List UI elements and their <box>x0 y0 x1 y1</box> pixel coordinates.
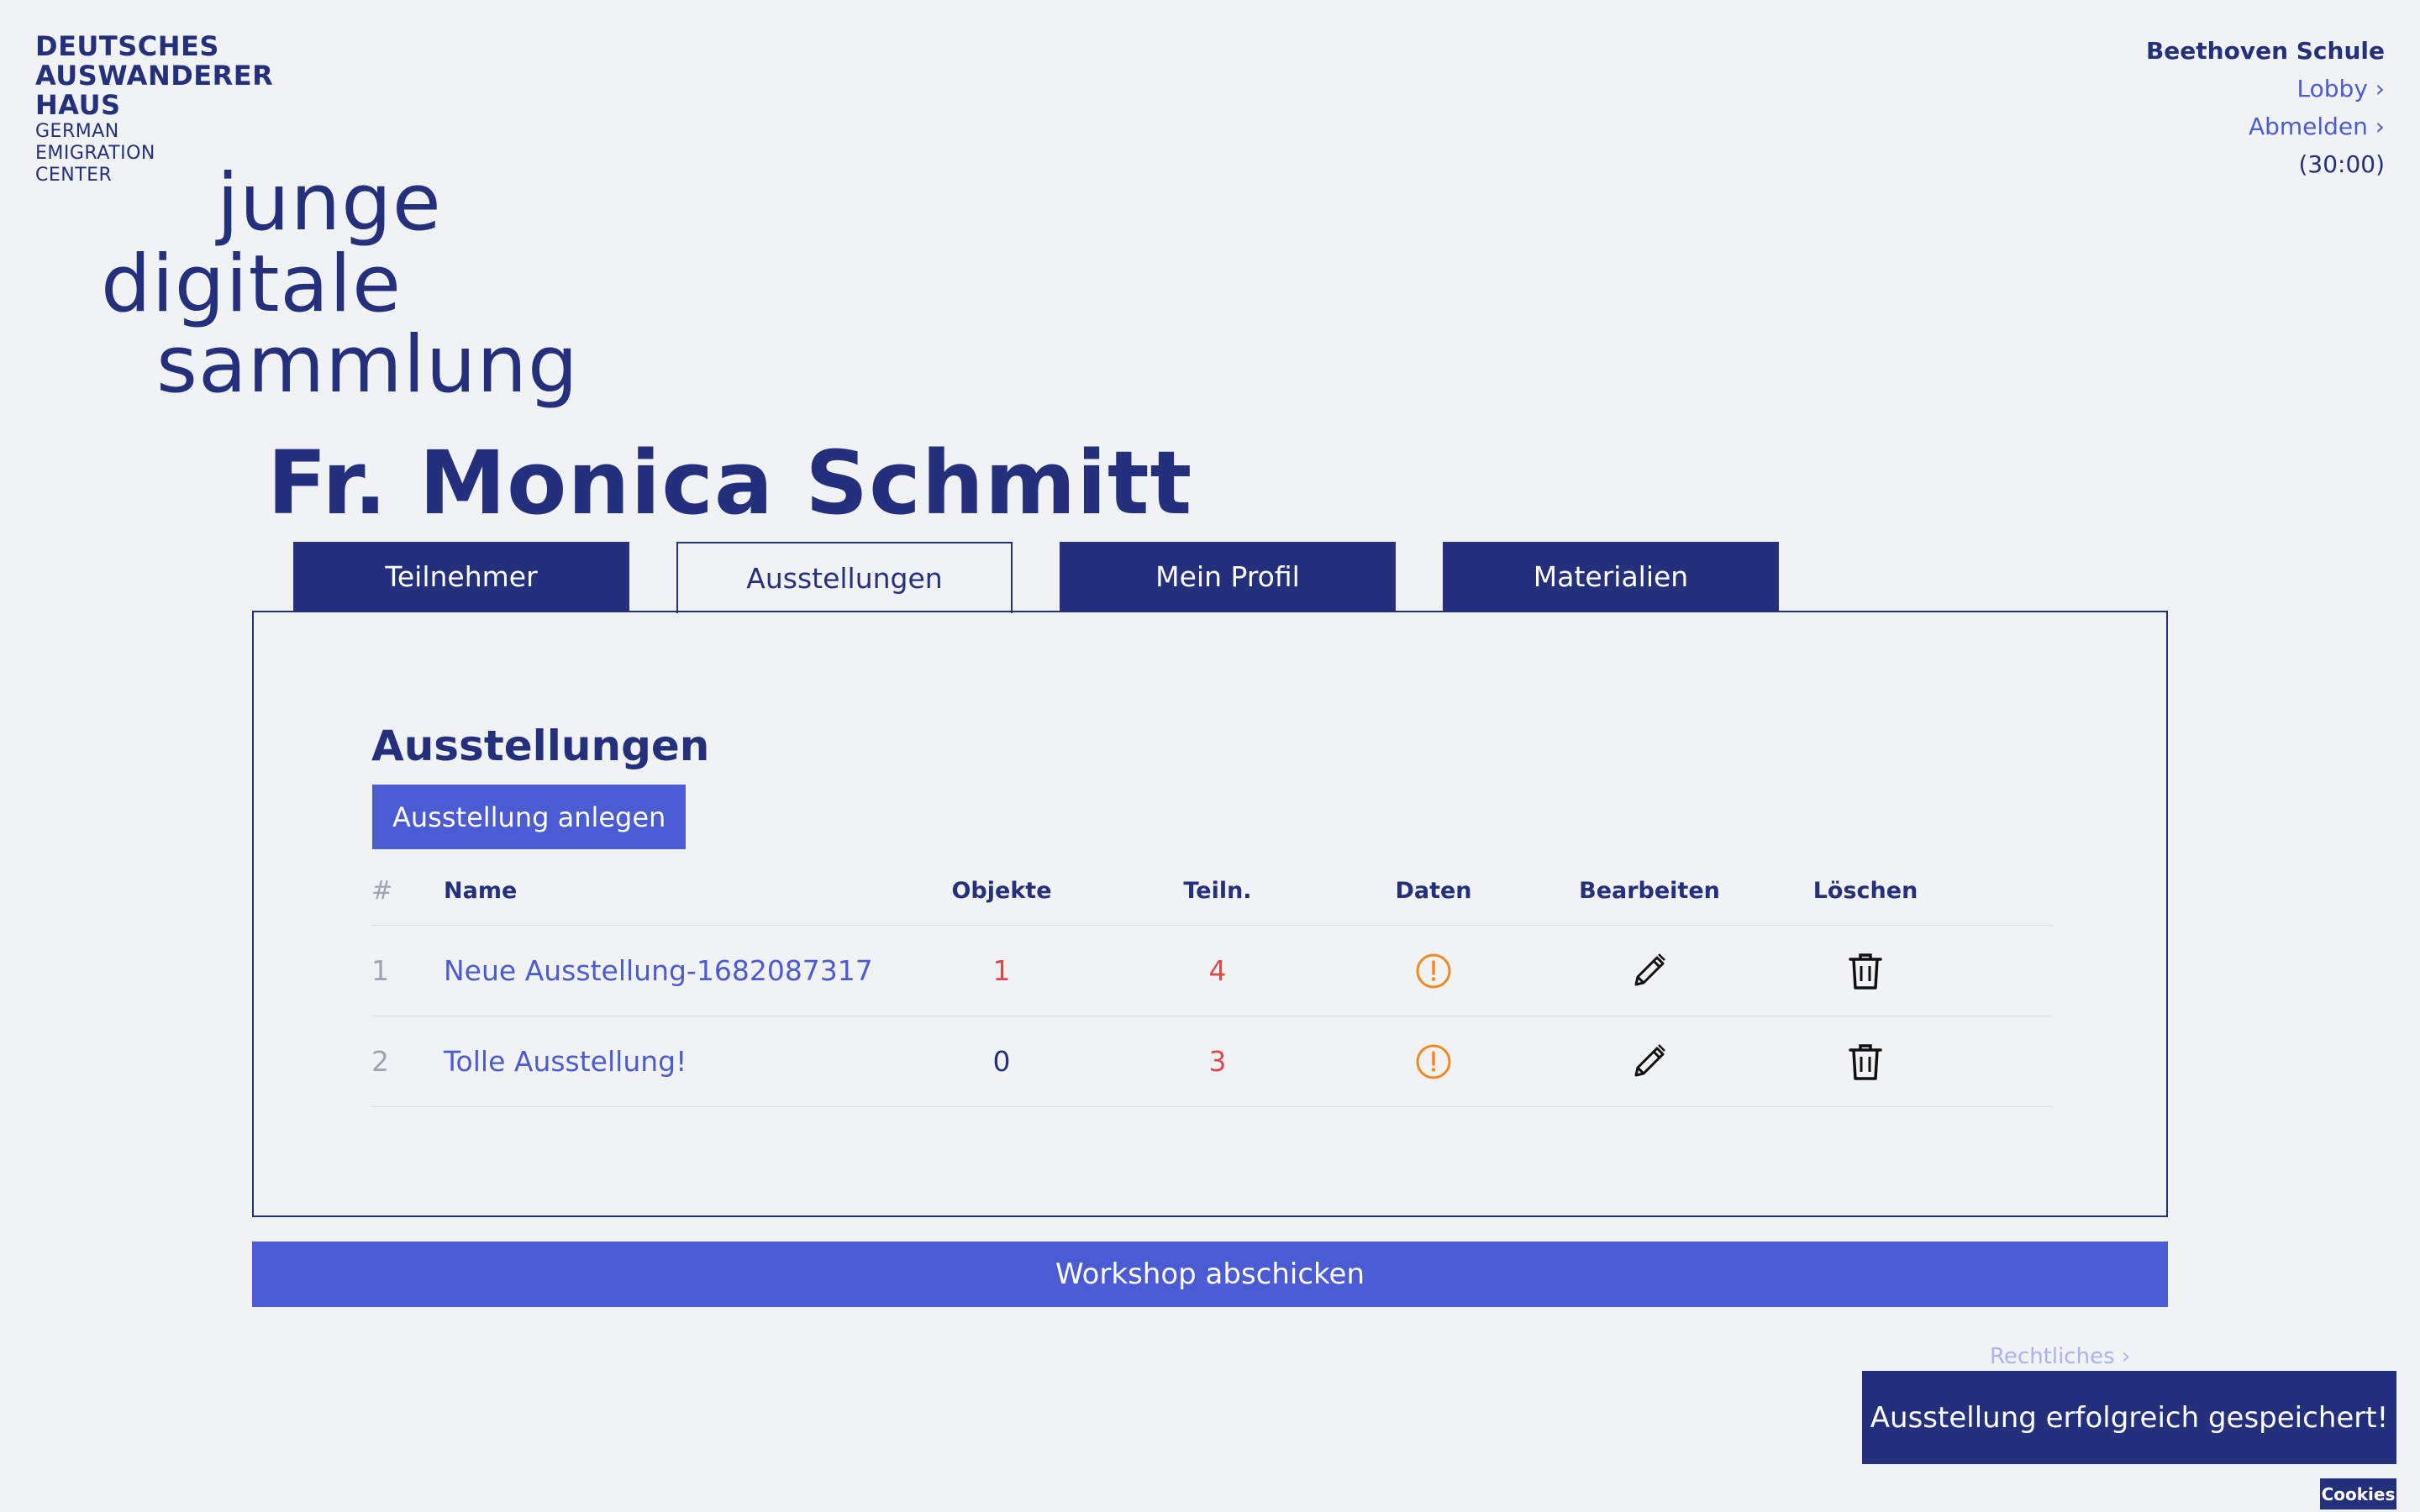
col-header-hash: # <box>371 875 393 906</box>
table-row: 1 Neue Ausstellung-1682087317 1 4 <box>371 926 2052 1016</box>
pencil-icon[interactable] <box>1565 1016 1733 1106</box>
participants-count: 4 <box>1208 954 1227 987</box>
logo-word-junge: junge <box>217 157 442 249</box>
alert-circle-icon[interactable] <box>1349 926 1518 1016</box>
exhibition-name-link[interactable]: Neue Ausstellung-1682087317 <box>444 926 873 1016</box>
brand-line-2: AUSWANDERER <box>35 60 274 92</box>
create-exhibition-button[interactable]: Ausstellung anlegen <box>372 785 687 849</box>
brand-sub-1: GERMAN <box>35 121 119 142</box>
exhibition-name-link[interactable]: Tolle Ausstellung! <box>444 1016 687 1106</box>
col-header-name: Name <box>444 877 518 904</box>
col-header-objects: Objekte <box>951 877 1052 904</box>
section-heading: Ausstellungen <box>371 722 710 770</box>
objects-count: 0 <box>992 1045 1011 1078</box>
exhibitions-table: # Name Objekte Teiln. Daten Bearbeiten L… <box>371 856 2052 1107</box>
success-toast: Ausstellung erfolgreich gespeichert! <box>1862 1371 2396 1464</box>
tab-mein-profil[interactable]: Mein Profil <box>1060 542 1396 612</box>
trash-icon[interactable] <box>1781 926 1949 1016</box>
exhibitions-panel: Ausstellungen Ausstellung anlegen # Name… <box>252 611 2168 1217</box>
logo-word-digitale: digitale <box>101 239 402 330</box>
table-row: 2 Tolle Ausstellung! 0 3 <box>371 1016 2052 1107</box>
legal-link[interactable]: Rechtliches › <box>1990 1344 2130 1369</box>
col-header-participants: Teiln. <box>1183 877 1252 904</box>
tab-materialien[interactable]: Materialien <box>1443 542 1779 612</box>
pencil-icon[interactable] <box>1565 926 1733 1016</box>
tab-ausstellungen[interactable]: Ausstellungen <box>676 542 1013 613</box>
brand-line-1: DEUTSCHES <box>35 30 219 62</box>
tab-teilnehmer[interactable]: Teilnehmer <box>293 542 629 612</box>
col-header-data: Daten <box>1395 877 1472 904</box>
row-index: 2 <box>371 1045 389 1078</box>
trash-icon[interactable] <box>1781 1016 1949 1106</box>
submit-workshop-button[interactable]: Workshop abschicken <box>252 1242 2168 1307</box>
row-index: 1 <box>371 954 389 987</box>
page-title: Fr. Monica Schmitt <box>267 432 1193 534</box>
cookies-button[interactable]: Cookies <box>2320 1478 2396 1509</box>
user-box: Beethoven Schule Lobby › Abmelden › (30:… <box>2146 32 2385 183</box>
objects-count: 1 <box>992 954 1011 987</box>
col-header-edit: Bearbeiten <box>1579 877 1720 904</box>
table-header: # Name Objekte Teiln. Daten Bearbeiten L… <box>371 856 2052 926</box>
participants-count: 3 <box>1208 1045 1227 1078</box>
logo-word-sammlung: sammlung <box>156 319 579 411</box>
alert-circle-icon[interactable] <box>1349 1016 1518 1106</box>
col-header-delete: Löschen <box>1812 877 1918 904</box>
lobby-link[interactable]: Lobby › <box>2146 70 2385 108</box>
school-name: Beethoven Schule <box>2145 37 2385 65</box>
brand-line-3: HAUS <box>35 89 121 121</box>
session-timer: (30:00) <box>2298 150 2385 178</box>
logout-link[interactable]: Abmelden › <box>2146 108 2385 145</box>
